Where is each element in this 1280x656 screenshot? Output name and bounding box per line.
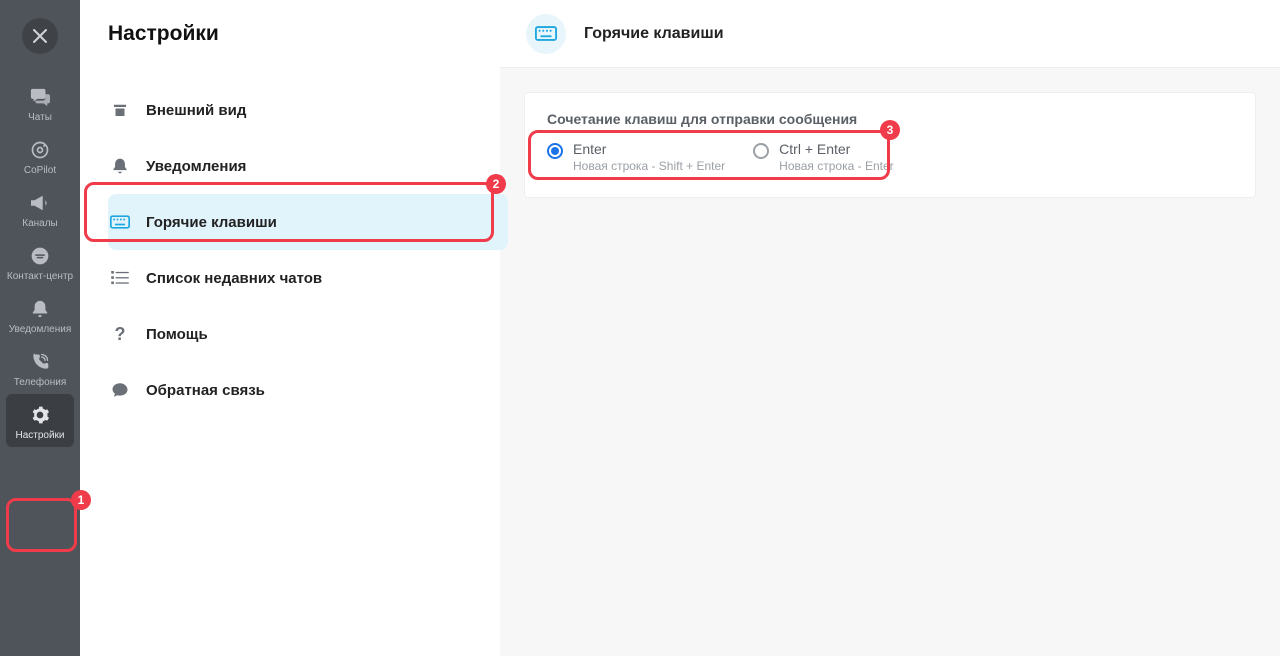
radio-subtitle: Новая строка - Shift + Enter bbox=[573, 159, 725, 173]
nav-item-copilot[interactable]: CoPilot bbox=[0, 129, 80, 182]
radio-indicator bbox=[547, 143, 563, 159]
radio-title: Enter bbox=[573, 141, 725, 157]
nav-item-telephony[interactable]: Телефония bbox=[0, 341, 80, 394]
settings-item-recent-chats[interactable]: Список недавних чатов bbox=[108, 250, 508, 306]
keyboard-icon bbox=[110, 212, 130, 232]
annotation-badge-1: 1 bbox=[71, 490, 91, 510]
bell-icon bbox=[31, 298, 49, 320]
settings-list: Внешний вид Уведомления Горячие клавиши … bbox=[108, 82, 500, 418]
radio-option-ctrl-enter[interactable]: Ctrl + Enter Новая строка - Enter bbox=[753, 141, 893, 173]
settings-item-notifications[interactable]: Уведомления bbox=[108, 138, 508, 194]
settings-title: Настройки bbox=[108, 22, 500, 46]
appearance-icon bbox=[110, 100, 130, 120]
nav-rail: Чаты CoPilot Каналы Контакт-центр Уведом bbox=[0, 0, 80, 656]
radio-indicator bbox=[753, 143, 769, 159]
list-icon bbox=[110, 268, 130, 288]
bell-icon bbox=[110, 156, 130, 176]
nav-label: Каналы bbox=[22, 218, 58, 229]
nav-label: CoPilot bbox=[24, 165, 56, 176]
radio-group-send: Enter Новая строка - Shift + Enter Ctrl … bbox=[547, 141, 1233, 173]
settings-item-label: Уведомления bbox=[146, 158, 246, 175]
main-body: Сочетание клавиш для отправки сообщения … bbox=[500, 68, 1280, 222]
nav-item-notifications[interactable]: Уведомления bbox=[0, 288, 80, 341]
hotkey-card: Сочетание клавиш для отправки сообщения … bbox=[524, 92, 1256, 198]
radio-subtitle: Новая строка - Enter bbox=[779, 159, 893, 173]
radio-title: Ctrl + Enter bbox=[779, 141, 893, 157]
nav-label: Контакт-центр bbox=[7, 271, 73, 282]
settings-item-label: Помощь bbox=[146, 326, 208, 343]
nav-label: Телефония bbox=[14, 377, 67, 388]
nav-item-settings[interactable]: Настройки bbox=[6, 394, 74, 447]
contact-center-icon bbox=[30, 245, 50, 267]
settings-item-label: Внешний вид bbox=[146, 102, 246, 119]
gear-icon bbox=[30, 404, 50, 426]
nav-item-chats[interactable]: Чаты bbox=[0, 76, 80, 129]
nav-label: Настройки bbox=[15, 430, 64, 441]
settings-item-label: Список недавних чатов bbox=[146, 270, 322, 287]
settings-panel: Настройки Внешний вид Уведомления Горячи… bbox=[80, 0, 500, 656]
settings-item-label: Обратная связь bbox=[146, 382, 265, 399]
chats-icon bbox=[29, 86, 51, 108]
main-content: Горячие клавиши Сочетание клавиш для отп… bbox=[500, 0, 1280, 656]
settings-item-hotkeys[interactable]: Горячие клавиши bbox=[108, 194, 508, 250]
annotation-badge-2: 2 bbox=[486, 174, 506, 194]
keyboard-icon bbox=[526, 14, 566, 54]
settings-item-help[interactable]: ? Помощь bbox=[108, 306, 508, 362]
megaphone-icon bbox=[29, 192, 51, 214]
nav-item-contact-center[interactable]: Контакт-центр bbox=[0, 235, 80, 288]
close-button[interactable] bbox=[22, 18, 58, 54]
phone-icon bbox=[30, 351, 50, 373]
main-header: Горячие клавиши bbox=[500, 0, 1280, 68]
settings-item-feedback[interactable]: Обратная связь bbox=[108, 362, 508, 418]
nav-label: Уведомления bbox=[9, 324, 72, 335]
settings-item-label: Горячие клавиши bbox=[146, 214, 277, 231]
speech-bubble-icon bbox=[110, 380, 130, 400]
settings-item-appearance[interactable]: Внешний вид bbox=[108, 82, 508, 138]
annotation-badge-3: 3 bbox=[880, 120, 900, 140]
question-icon: ? bbox=[110, 324, 130, 344]
copilot-icon bbox=[30, 139, 50, 161]
radio-option-enter[interactable]: Enter Новая строка - Shift + Enter bbox=[547, 141, 725, 173]
main-header-title: Горячие клавиши bbox=[584, 25, 724, 43]
nav-item-channels[interactable]: Каналы bbox=[0, 182, 80, 235]
nav-label: Чаты bbox=[28, 112, 52, 123]
